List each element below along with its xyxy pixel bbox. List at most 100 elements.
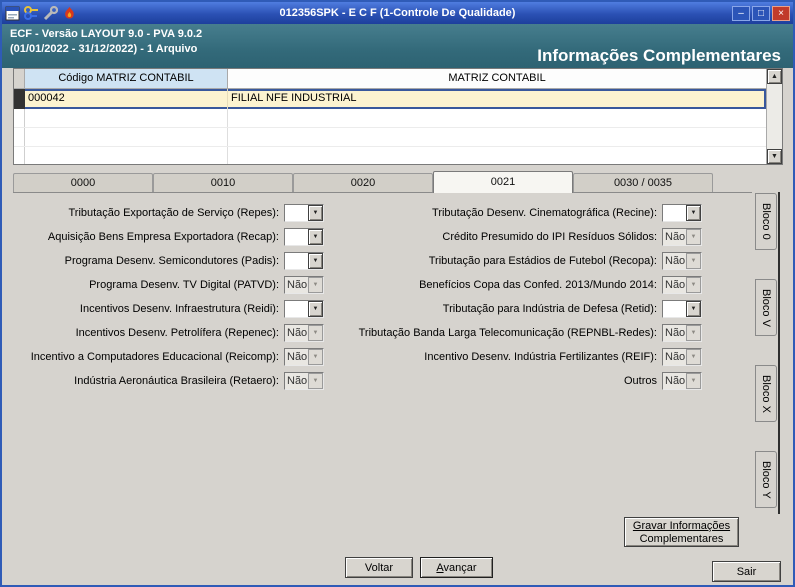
field-label: Tributação Desenv. Cinematográfica (Reci… [432, 207, 657, 219]
scrollbar-track[interactable]: ▲ ▼ [766, 69, 782, 164]
field-label: Outros [623, 375, 657, 387]
dropdown-value: Não [663, 277, 686, 293]
tab-bloco-v[interactable]: Bloco V [755, 279, 777, 336]
column-header-codigo[interactable]: Código MATRIZ CONTABIL [25, 69, 228, 89]
chevron-down-icon[interactable]: ▼ [308, 301, 323, 317]
chevron-down-icon[interactable]: ▼ [308, 325, 323, 341]
table-row[interactable] [14, 109, 766, 128]
dropdown-value: Não [663, 229, 686, 245]
dropdown-retid[interactable]: ▼ [662, 300, 702, 318]
dropdown-repnbl[interactable]: Não ▼ [662, 324, 702, 342]
dropdown-reif[interactable]: Não ▼ [662, 348, 702, 366]
chevron-down-icon[interactable]: ▼ [308, 349, 323, 365]
dropdown-value [285, 205, 308, 221]
version-line: ECF - Versão LAYOUT 9.0 - PVA 9.0.2 [10, 28, 203, 40]
row-selector-header [14, 69, 25, 89]
field-label: Crédito Presumido do IPI Resíduos Sólido… [442, 231, 657, 243]
chevron-down-icon[interactable]: ▼ [686, 253, 701, 269]
keys-icon [24, 5, 39, 21]
dropdown-reicomp[interactable]: Não ▼ [284, 348, 324, 366]
voltar-button[interactable]: Voltar [345, 557, 413, 578]
dropdown-reidi[interactable]: ▼ [284, 300, 324, 318]
column-header-matriz[interactable]: MATRIZ CONTABIL [228, 69, 766, 89]
dropdown-recopa[interactable]: Não ▼ [662, 252, 702, 270]
field-label: Tributação para Indústria de Defesa (Ret… [442, 303, 657, 315]
cell-matriz: FILIAL NFE INDUSTRIAL [231, 92, 357, 104]
dropdown-retaero[interactable]: Não ▼ [284, 372, 324, 390]
chevron-down-icon[interactable]: ▼ [308, 253, 323, 269]
maximize-button[interactable]: □ [752, 5, 770, 21]
minimize-button[interactable]: – [732, 5, 750, 21]
field-label: Incentivos Desenv. Petrolífera (Repenec)… [75, 327, 279, 339]
field-label: Tributação para Estádios de Futebol (Rec… [428, 255, 657, 267]
table-row[interactable]: 000042 FILIAL NFE INDUSTRIAL [14, 89, 766, 109]
chevron-down-icon[interactable]: ▼ [686, 205, 701, 221]
dropdown-outros[interactable]: Não ▼ [662, 372, 702, 390]
dropdown-value: Não [663, 253, 686, 269]
app-window: 012356SPK - E C F (1-Controle De Qualida… [0, 0, 795, 587]
dropdown-padis[interactable]: ▼ [284, 252, 324, 270]
dropdown-copa-confed[interactable]: Não ▼ [662, 276, 702, 294]
dropdown-value: Não [285, 373, 308, 389]
dropdown-recap[interactable]: ▼ [284, 228, 324, 246]
dropdown-repes[interactable]: ▼ [284, 204, 324, 222]
chevron-down-icon[interactable]: ▼ [686, 373, 701, 389]
dropdown-value: Não [285, 277, 308, 293]
bloco-tabs: Bloco 0 Bloco V Bloco X Bloco Y [755, 193, 777, 508]
avancar-accel: A [436, 561, 444, 574]
table-row[interactable] [14, 128, 766, 147]
flame-icon [62, 6, 77, 21]
chevron-down-icon[interactable]: ▼ [686, 301, 701, 317]
table-row[interactable] [14, 147, 766, 164]
tab-bloco-0[interactable]: Bloco 0 [755, 193, 777, 250]
matriz-contabil-grid: Código MATRIZ CONTABIL MATRIZ CONTABIL 0… [13, 68, 783, 165]
gravar-label-line1: Gravar Informações [632, 519, 731, 532]
dropdown-value [285, 229, 308, 245]
dropdown-value: Não [285, 349, 308, 365]
tab-bloco-y[interactable]: Bloco Y [755, 451, 777, 508]
gravar-informacoes-button[interactable]: Gravar Informações Complementares [624, 517, 739, 547]
dropdown-value: Não [663, 325, 686, 341]
tab-0021[interactable]: 0021 [433, 171, 573, 193]
wrench-icon [43, 5, 59, 21]
chevron-down-icon[interactable]: ▼ [686, 349, 701, 365]
field-label: Programa Desenv. Semicondutores (Padis): [64, 255, 279, 267]
dropdown-recine[interactable]: ▼ [662, 204, 702, 222]
dropdown-value: Não [285, 325, 308, 341]
row-selector-marker [14, 89, 25, 109]
chevron-down-icon[interactable]: ▼ [308, 229, 323, 245]
field-label: Incentivo Desenv. Indústria Fertilizante… [424, 351, 657, 363]
cell-codigo: 000042 [25, 89, 228, 109]
tab-0000[interactable]: 0000 [13, 173, 153, 192]
dropdown-repenec[interactable]: Não ▼ [284, 324, 324, 342]
close-button[interactable]: × [772, 5, 790, 21]
field-label: Incentivo a Computadores Educacional (Re… [30, 351, 279, 363]
dropdown-value [285, 301, 308, 317]
scroll-up-button[interactable]: ▲ [767, 69, 782, 84]
chevron-down-icon[interactable]: ▼ [686, 229, 701, 245]
window-title: 012356SPK - E C F (1-Controle De Qualida… [279, 7, 516, 19]
chevron-down-icon[interactable]: ▼ [686, 325, 701, 341]
chevron-down-icon[interactable]: ▼ [308, 205, 323, 221]
tab-bloco-x[interactable]: Bloco X [755, 365, 777, 422]
sair-button[interactable]: Sair [712, 561, 781, 582]
chevron-down-icon[interactable]: ▼ [308, 373, 323, 389]
field-label: Indústria Aeronáutica Brasileira (Retaer… [74, 375, 279, 387]
app-header: ECF - Versão LAYOUT 9.0 - PVA 9.0.2 (01/… [2, 24, 793, 68]
form-icon [5, 6, 20, 21]
tab-0030-0035[interactable]: 0030 / 0035 [573, 173, 713, 192]
chevron-down-icon[interactable]: ▼ [686, 277, 701, 293]
dropdown-value [663, 301, 686, 317]
chevron-down-icon[interactable]: ▼ [308, 277, 323, 293]
dropdown-value: Não [663, 373, 686, 389]
avancar-button[interactable]: Avançar [420, 557, 493, 578]
field-label: Benefícios Copa das Confed. 2013/Mundo 2… [419, 279, 657, 291]
tab-0010[interactable]: 0010 [153, 173, 293, 192]
dropdown-ipi-residuos[interactable]: Não ▼ [662, 228, 702, 246]
dropdown-patvd[interactable]: Não ▼ [284, 276, 324, 294]
dropdown-value [663, 205, 686, 221]
dropdown-value: Não [663, 349, 686, 365]
scroll-down-button[interactable]: ▼ [767, 149, 782, 164]
tab-0020[interactable]: 0020 [293, 173, 433, 192]
record-tabs: 0000 0010 0020 0021 0030 / 0035 [13, 171, 752, 193]
